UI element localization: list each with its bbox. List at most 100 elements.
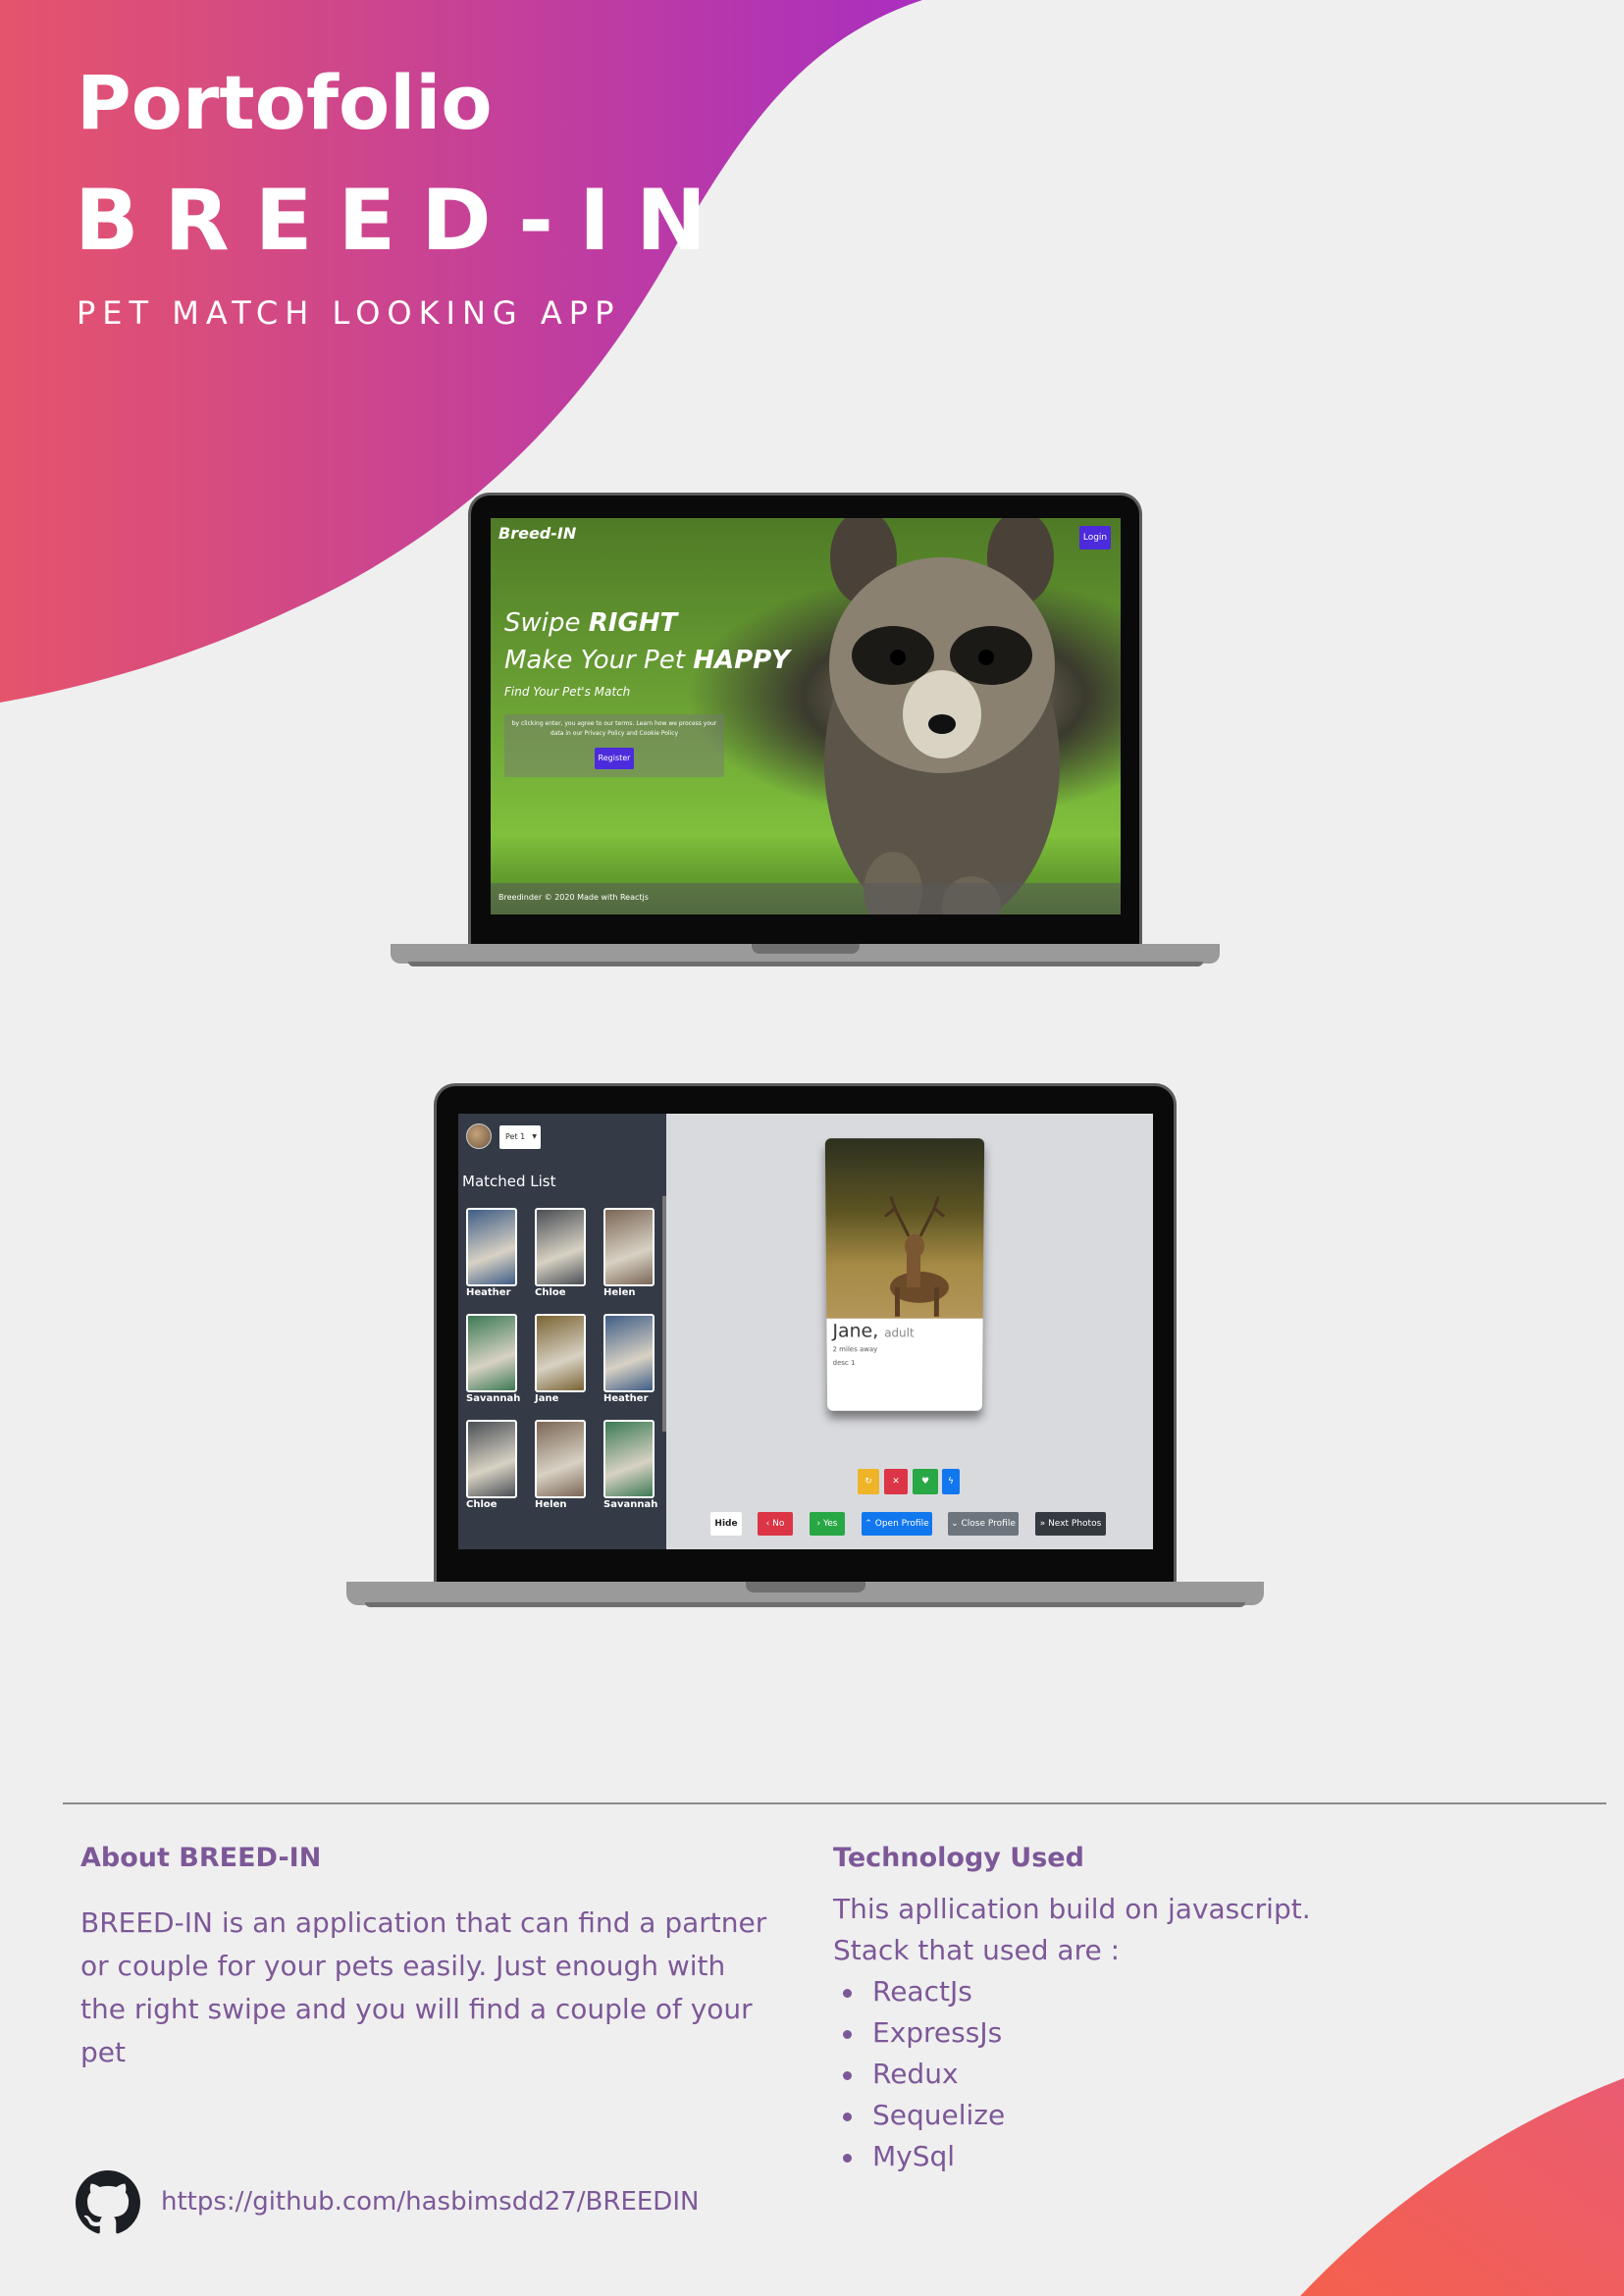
- register-button[interactable]: Register: [595, 748, 634, 769]
- login-button[interactable]: Login: [1079, 526, 1111, 549]
- close-icon: ✕: [892, 1477, 900, 1487]
- profile-description: desc 1: [832, 1359, 856, 1367]
- match-thumbnail: [603, 1420, 655, 1498]
- avatar[interactable]: [466, 1123, 492, 1149]
- list-item: ReactJs: [833, 1971, 1005, 2012]
- list-item[interactable]: Chloe: [535, 1208, 586, 1298]
- headline-line1-bold: RIGHT: [588, 608, 678, 638]
- chevron-down-icon: ⌄: [951, 1519, 962, 1529]
- close-profile-button[interactable]: ⌄ Close Profile: [948, 1512, 1019, 1536]
- match-name: Heather: [466, 1287, 511, 1298]
- list-item: Sequelize: [833, 2095, 1005, 2136]
- headline-line2-prefix: Make Your Pet: [504, 646, 694, 675]
- about-heading: About BREED-IN: [80, 1843, 322, 1873]
- open-profile-label: Open Profile: [874, 1519, 929, 1529]
- match-thumbnail: [535, 1420, 586, 1498]
- list-item[interactable]: Savannah: [603, 1420, 658, 1510]
- refresh-icon: ↻: [864, 1477, 872, 1487]
- pet-select[interactable]: Pet 1 ▼: [499, 1125, 541, 1149]
- headline-line1-prefix: Swipe: [504, 608, 589, 638]
- headline-line2-bold: HAPPY: [693, 646, 791, 675]
- list-item[interactable]: Heather: [466, 1208, 517, 1298]
- match-name: Chloe: [535, 1287, 566, 1298]
- match-name: Savannah: [466, 1393, 521, 1404]
- project-subtitle: PET MATCH LOOKING APP: [77, 294, 621, 332]
- match-name: Chloe: [466, 1499, 498, 1510]
- register-box: by clicking enter, you agree to our term…: [504, 714, 724, 777]
- matched-list-title: Matched List: [462, 1173, 556, 1190]
- no-button[interactable]: ‹ No: [758, 1512, 793, 1536]
- list-item[interactable]: Jane: [535, 1314, 586, 1404]
- landing-headline: Swipe RIGHT Make Your Pet HAPPY: [504, 604, 790, 679]
- laptop-landing-base-edge: [408, 962, 1203, 966]
- superlike-button[interactable]: ϟ: [942, 1469, 960, 1494]
- terms-text: by clicking enter, you agree to our term…: [511, 720, 717, 737]
- technology-intro-line2: Stack that used are :: [833, 1934, 1121, 1966]
- open-profile-button[interactable]: ⌃ Open Profile: [862, 1512, 932, 1536]
- github-link[interactable]: https://github.com/hasbimsdd27/BREEDIN: [161, 2187, 699, 2217]
- section-divider: [63, 1802, 1606, 1804]
- match-name: Helen: [603, 1287, 636, 1298]
- list-item: ExpressJs: [833, 2012, 1005, 2054]
- bolt-icon: ϟ: [948, 1477, 954, 1487]
- list-item: MySql: [833, 2136, 1005, 2177]
- list-item: Redux: [833, 2054, 1005, 2095]
- matched-sidebar: Pet 1 ▼ Matched List Heather Chloe Helen Sa…: [458, 1114, 666, 1549]
- pet-select-value: Pet 1: [505, 1132, 526, 1141]
- no-button-label: No: [772, 1519, 785, 1529]
- match-thumbnail: [466, 1314, 517, 1392]
- match-thumbnail: [535, 1208, 586, 1286]
- github-icon[interactable]: [76, 2170, 140, 2235]
- match-name: Jane: [535, 1393, 559, 1404]
- profile-distance: 2 miles away: [832, 1345, 878, 1354]
- match-thumbnail: [603, 1208, 655, 1286]
- landing-footer: Breedinder © 2020 Made with Reactjs: [491, 883, 1121, 914]
- refresh-button[interactable]: ↻: [858, 1469, 879, 1494]
- match-name: Savannah: [603, 1499, 658, 1510]
- landing-tagline: Find Your Pet's Match: [504, 685, 631, 699]
- match-name: Heather: [603, 1393, 649, 1404]
- next-photos-button[interactable]: » Next Photos: [1035, 1512, 1106, 1536]
- list-item[interactable]: Chloe: [466, 1420, 517, 1510]
- profile-card[interactable]: Jane, adult 2 miles away desc 1: [824, 1138, 985, 1411]
- match-thumbnail: [603, 1314, 655, 1392]
- chevron-up-icon: ⌃: [864, 1519, 875, 1529]
- landing-screenshot: Breed-IN Login Swipe RIGHT Make Your Pet…: [491, 518, 1121, 914]
- raccoon-image: [824, 518, 1060, 914]
- fast-forward-icon: »: [1039, 1519, 1049, 1529]
- technology-intro-line1: This apllication build on javascript.: [833, 1893, 1311, 1925]
- match-name: Helen: [535, 1499, 567, 1510]
- landing-footer-text: Breedinder © 2020 Made with Reactjs: [498, 893, 649, 902]
- yes-button-label: Yes: [822, 1519, 838, 1529]
- chevron-down-icon: ▼: [532, 1133, 537, 1140]
- hide-button[interactable]: Hide: [710, 1512, 742, 1536]
- match-thumbnail: [466, 1420, 517, 1498]
- profile-name-text: Jane,: [832, 1320, 879, 1342]
- technology-intro: This apllication build on javascript. St…: [833, 1889, 1520, 1971]
- next-photos-label: Next Photos: [1048, 1519, 1102, 1529]
- technology-heading: Technology Used: [833, 1843, 1084, 1873]
- page-title: Portofolio: [77, 59, 493, 146]
- list-item[interactable]: Heather: [603, 1314, 655, 1404]
- match-thumbnail: [466, 1208, 517, 1286]
- profile-name: Jane, adult: [832, 1321, 914, 1342]
- yes-button[interactable]: › Yes: [810, 1512, 845, 1536]
- swipe-area: Jane, adult 2 miles away desc 1 ↻ ✕ ♥ ϟ …: [666, 1114, 1153, 1549]
- project-name: BREED-IN: [75, 172, 732, 270]
- technology-stack-list: ReactJs ExpressJs Redux Sequelize MySql: [833, 1971, 1005, 2177]
- laptop-app-base-edge: [365, 1602, 1245, 1607]
- list-item[interactable]: Helen: [603, 1208, 655, 1298]
- match-thumbnail: [535, 1314, 586, 1392]
- like-button[interactable]: ♥: [913, 1469, 938, 1494]
- profile-photo: [824, 1138, 985, 1319]
- landing-brand: Breed-IN: [498, 524, 577, 543]
- reject-button[interactable]: ✕: [884, 1469, 908, 1494]
- bottom-right-wave: [1300, 2078, 1624, 2296]
- heart-icon: ♥: [920, 1477, 930, 1487]
- list-item[interactable]: Savannah: [466, 1314, 521, 1404]
- close-profile-label: Close Profile: [961, 1519, 1016, 1529]
- laptop-app-notch: [746, 1582, 865, 1592]
- list-item[interactable]: Helen: [535, 1420, 586, 1510]
- profile-age: adult: [884, 1326, 915, 1340]
- deer-image: [825, 1138, 984, 1317]
